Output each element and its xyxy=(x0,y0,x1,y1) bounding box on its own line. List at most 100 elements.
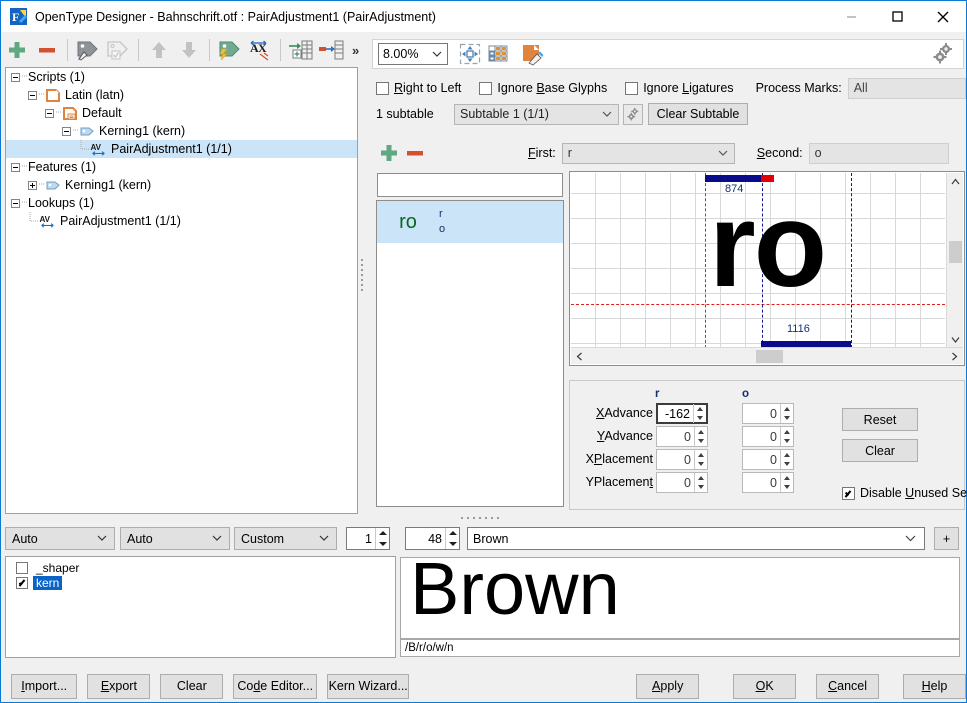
yadvance-second-stepper[interactable] xyxy=(780,427,793,446)
tree-item-kerning1-kern[interactable]: Kerning1 (kern) xyxy=(6,122,357,140)
ignore-base-glyphs-checkbox-box[interactable] xyxy=(479,81,493,95)
right-to-left-checkbox[interactable]: Right to Left xyxy=(376,81,479,95)
move-up-icon[interactable] xyxy=(144,36,174,64)
yadvance-first-stepper[interactable] xyxy=(694,427,707,446)
ignore-ligatures-checkbox[interactable]: Ignore Ligatures xyxy=(625,81,751,95)
close-button[interactable] xyxy=(920,1,966,32)
remove-pair-icon[interactable] xyxy=(402,143,428,163)
pair-list[interactable]: ro r o xyxy=(376,200,564,507)
tree-item-default[interactable]: Default xyxy=(6,104,357,122)
tree-item-kerning1-kern[interactable]: Kerning1 (kern) xyxy=(6,176,357,194)
xplacement-second-spinner[interactable]: 0 xyxy=(742,449,794,470)
tree-item-latin-latn[interactable]: Latin (latn) xyxy=(6,86,357,104)
subtable-combo[interactable]: Subtable 1 (1/1) xyxy=(454,103,619,125)
preview-horizontal-scrollbar[interactable] xyxy=(571,347,963,364)
add-icon[interactable] xyxy=(2,36,32,64)
font-size-stepper[interactable] xyxy=(445,528,459,549)
toolbar-overflow-button[interactable]: » xyxy=(352,43,359,58)
clear-subtable-button[interactable]: Clear Subtable xyxy=(648,103,748,125)
lookup-tree[interactable]: Scripts (1) Latin (latn) Default Kerning1 (… xyxy=(5,67,358,514)
scroll-right-button[interactable] xyxy=(946,348,963,365)
disable-unused-set-checkbox-box[interactable] xyxy=(842,486,855,500)
tree-item-pairadjustment1-1-1[interactable]: AV PairAdjustment1 (1/1) xyxy=(6,140,357,158)
subtable-gear-icon[interactable] xyxy=(623,103,643,125)
vertical-scroll-thumb[interactable] xyxy=(949,241,962,263)
scroll-down-button[interactable] xyxy=(947,331,964,348)
av-kern-icon[interactable]: A X xyxy=(245,36,275,64)
tree-expander[interactable] xyxy=(25,176,39,194)
cancel-button[interactable]: Cancel xyxy=(816,673,880,699)
script-combo[interactable]: Auto xyxy=(5,527,115,550)
minimize-button[interactable] xyxy=(828,1,874,32)
yplacement-first-spinner[interactable]: 0 xyxy=(656,472,708,493)
feature-checkbox[interactable] xyxy=(16,561,28,574)
fit-to-window-icon[interactable] xyxy=(456,40,484,68)
instance-spinner[interactable]: 1 xyxy=(346,527,390,550)
feature-checkbox[interactable] xyxy=(16,576,28,589)
help-button[interactable]: Help xyxy=(903,673,966,699)
kern-wizard-button[interactable]: Kern Wizard... xyxy=(327,673,410,699)
export-button[interactable]: Export xyxy=(87,673,151,699)
tree-expander[interactable] xyxy=(25,86,39,104)
scroll-up-button[interactable] xyxy=(947,173,963,190)
maximize-button[interactable] xyxy=(874,1,920,32)
list-item[interactable]: ro r o xyxy=(377,201,563,243)
list-item[interactable]: _shaper xyxy=(6,560,395,575)
list-item[interactable]: kern xyxy=(6,575,395,590)
xadvance-second-stepper[interactable] xyxy=(780,404,793,423)
tree-expander[interactable] xyxy=(42,104,56,122)
xadvance-first-stepper[interactable] xyxy=(693,404,706,423)
font-size-spinner[interactable]: 48 xyxy=(405,527,460,550)
xadvance-first-spinner[interactable]: -162 xyxy=(656,403,708,424)
process-marks-field[interactable]: All xyxy=(847,77,966,99)
yplacement-second-spinner[interactable]: 0 xyxy=(742,472,794,493)
xplacement-first-spinner[interactable]: 0 xyxy=(656,449,708,470)
language-combo[interactable]: Auto xyxy=(120,527,230,550)
pair-filter-input[interactable] xyxy=(377,173,563,197)
settings-gears-icon[interactable] xyxy=(932,42,954,67)
yadvance-second-spinner[interactable]: 0 xyxy=(742,426,794,447)
tree-item-lookups-1[interactable]: Lookups (1) xyxy=(6,194,357,212)
scroll-left-button[interactable] xyxy=(571,348,588,365)
sample-text-combo[interactable]: Brown xyxy=(467,527,925,550)
edit-tag-icon[interactable] xyxy=(73,36,103,64)
yadvance-first-spinner[interactable]: 0 xyxy=(656,426,708,447)
tree-expander[interactable] xyxy=(59,122,73,140)
xplacement-second-stepper[interactable] xyxy=(780,450,793,469)
auto-tag-icon[interactable] xyxy=(215,36,245,64)
xplacement-first-stepper[interactable] xyxy=(694,450,707,469)
check-tag-icon[interactable] xyxy=(103,36,133,64)
remove-icon[interactable] xyxy=(32,36,62,64)
tree-item-features-1[interactable]: Features (1) xyxy=(6,158,357,176)
disable-unused-set-checkbox[interactable]: Disable Unused Set xyxy=(842,486,967,500)
direction-combo[interactable]: Custom xyxy=(234,527,337,550)
edit-glyph-icon[interactable] xyxy=(518,40,546,68)
move-down-icon[interactable] xyxy=(174,36,204,64)
text-preview-area[interactable]: Brown xyxy=(400,557,960,639)
tree-item-scripts-1[interactable]: Scripts (1) xyxy=(6,68,357,86)
glyph-code-field[interactable]: /B/r/o/w/n xyxy=(400,639,960,657)
clear-button[interactable]: Clear xyxy=(160,673,224,699)
glyph-preview-canvas[interactable]: 874 1116 ro xyxy=(571,173,945,348)
yplacement-second-stepper[interactable] xyxy=(780,473,793,492)
ignore-ligatures-checkbox-box[interactable] xyxy=(625,81,639,95)
add-sample-text-button[interactable]: + xyxy=(934,527,959,550)
yplacement-first-stepper[interactable] xyxy=(694,473,707,492)
tree-item-pairadjustment1-1-1[interactable]: AV PairAdjustment1 (1/1) xyxy=(6,212,357,230)
instance-stepper[interactable] xyxy=(375,528,389,549)
ignore-base-glyphs-checkbox[interactable]: Ignore Base Glyphs xyxy=(479,81,625,95)
feature-list[interactable]: _shaper kern xyxy=(5,556,396,658)
reset-button[interactable]: Reset xyxy=(842,408,918,431)
ok-button[interactable]: OK xyxy=(733,673,797,699)
add-pair-icon[interactable] xyxy=(376,143,402,163)
row-insert-icon[interactable] xyxy=(286,36,316,64)
first-glyph-combo[interactable]: r xyxy=(561,142,735,164)
import-button[interactable]: Import... xyxy=(11,673,78,699)
show-grid-icon[interactable] xyxy=(484,40,512,68)
tree-expander[interactable] xyxy=(8,194,22,212)
code-editor-button[interactable]: Co d e Editor... xyxy=(233,673,318,699)
horizontal-splitter-grip[interactable] xyxy=(461,515,505,521)
tree-expander[interactable] xyxy=(8,158,22,176)
zoom-level-combo[interactable]: 8.00% xyxy=(378,43,448,65)
xadvance-second-spinner[interactable]: 0 xyxy=(742,403,794,424)
